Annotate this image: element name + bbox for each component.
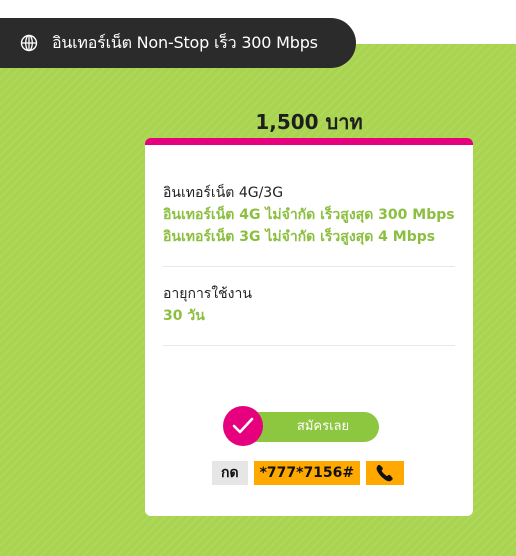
internet-4g-detail: อินเทอร์เน็ต 4G ไม่จำกัด เร็วสูงสุด 300 …: [163, 207, 455, 223]
checkmark-icon[interactable]: [223, 406, 263, 446]
subscribe-label: สมัครเลย: [296, 419, 350, 434]
package-title: อินเทอร์เน็ต Non-Stop เร็ว 300 Mbps: [52, 32, 318, 52]
subscribe-button[interactable]: สมัครเลย: [223, 406, 379, 446]
validity-title: อายุการใช้งาน: [163, 286, 252, 302]
internet-title: อินเทอร์เน็ต 4G/3G: [163, 185, 284, 201]
package-card: อินเทอร์เน็ต 4G/3G อินเทอร์เน็ต 4G ไม่จำ…: [145, 138, 473, 516]
phone-icon[interactable]: [366, 461, 405, 485]
globe-icon: [20, 34, 38, 52]
package-header-tab: อินเทอร์เน็ต Non-Stop เร็ว 300 Mbps: [0, 18, 356, 68]
dial-prefix: กด: [212, 461, 248, 485]
internet-section: อินเทอร์เน็ต 4G/3G อินเทอร์เน็ต 4G ไม่จำ…: [163, 145, 455, 267]
validity-section: อายุการใช้งาน 30 วัน: [163, 267, 455, 346]
dial-code-row: กด *777*7156#: [212, 460, 405, 486]
validity-value: 30 วัน: [163, 308, 205, 324]
dial-code[interactable]: *777*7156#: [253, 461, 361, 485]
internet-3g-detail: อินเทอร์เน็ต 3G ไม่จำกัด เร็วสูงสุด 4 Mb…: [163, 229, 436, 245]
package-price: 1,500 บาท: [255, 110, 363, 134]
